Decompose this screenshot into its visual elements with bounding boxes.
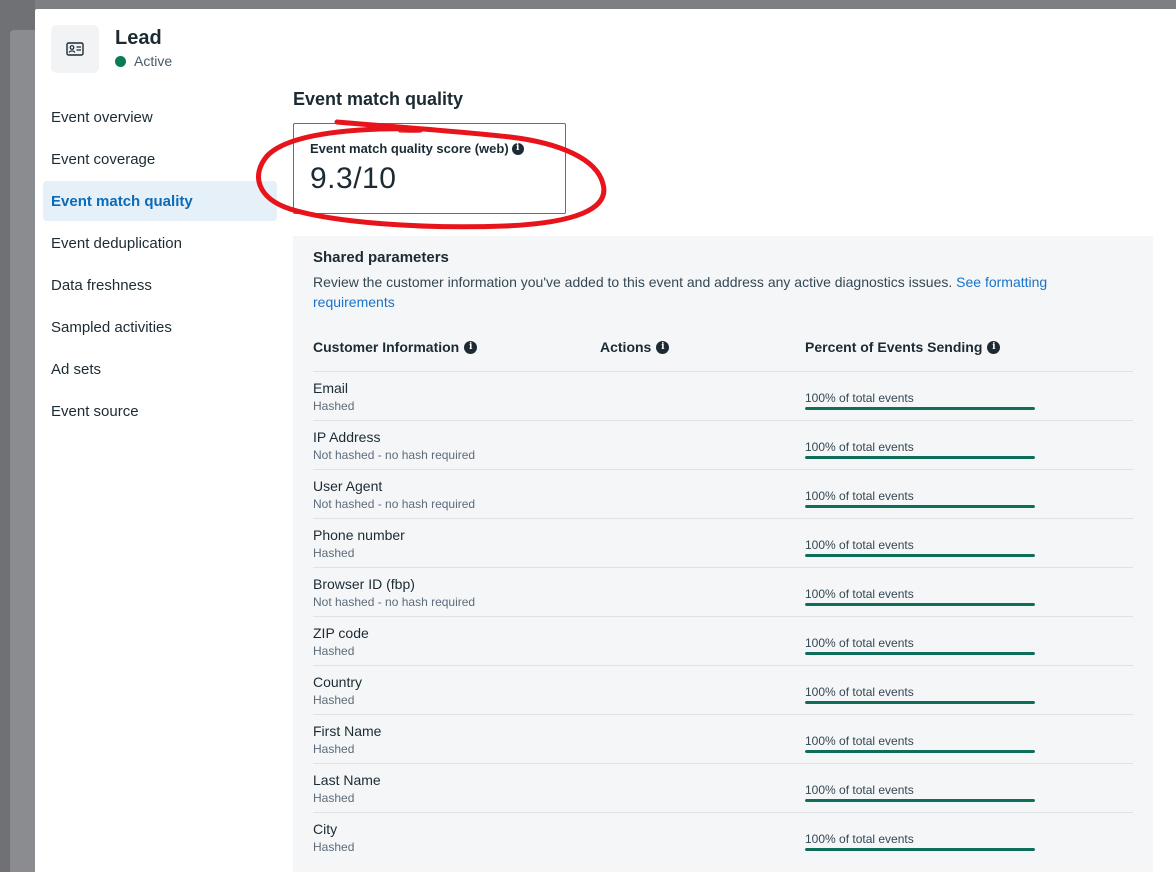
percent-bar [805, 750, 1035, 753]
percent-label: 100% of total events [805, 587, 914, 601]
percent-bar-fill [805, 554, 1035, 557]
parameter-name: City [313, 821, 338, 837]
column-header-label: Percent of Events Sending [805, 339, 983, 355]
info-icon[interactable]: i [987, 340, 1001, 354]
sidebar-nav: Event overview Event coverage Event match … [43, 97, 277, 433]
sidebar-item-event-source[interactable]: Event source [43, 391, 277, 431]
score-label-text: Event match quality score (web) [310, 141, 509, 156]
score-value: 9.3/10 [310, 162, 397, 195]
percent-label: 100% of total events [805, 783, 914, 797]
percent-bar [805, 407, 1035, 410]
table-row: First Name Hashed 100% of total events [313, 714, 1133, 763]
sidebar-item-ad-sets[interactable]: Ad sets [43, 349, 277, 389]
parameter-hash-status: Hashed [313, 399, 355, 413]
page-title: Event match quality [293, 89, 464, 109]
column-header-percent: Percent of Events Sending i [805, 339, 1001, 355]
id-card-icon [66, 42, 84, 56]
parameter-name: Email [313, 380, 349, 396]
table-row: Country Hashed 100% of total events [313, 665, 1133, 714]
info-icon[interactable]: i [464, 340, 478, 354]
percent-bar [805, 799, 1035, 802]
parameter-hash-status: Not hashed - no hash required [313, 448, 476, 462]
score-card: Event match quality score (web) i 9.3/10 [293, 123, 566, 214]
status-text: Active [134, 53, 173, 69]
percent-label: 100% of total events [805, 636, 914, 650]
percent-bar-fill [805, 652, 1035, 655]
percent-bar-fill [805, 407, 1035, 410]
percent-bar [805, 652, 1035, 655]
percent-label: 100% of total events [805, 391, 914, 405]
parameter-name: Country [313, 674, 363, 690]
panel-title: Shared parameters [313, 249, 449, 266]
parameter-name: User Agent [313, 478, 383, 494]
event-details-dialog: Lead Active Event overview Event coverage… [35, 9, 1176, 872]
parameter-hash-status: Hashed [313, 840, 355, 854]
parameter-hash-status: Hashed [313, 644, 355, 658]
panel-description-text: Review the customer information you've a… [313, 274, 953, 290]
table-row: City Hashed 100% of total events [313, 812, 1133, 861]
parameter-hash-status: Not hashed - no hash required [313, 595, 476, 609]
percent-bar-fill [805, 603, 1035, 606]
table-row: Phone number Hashed 100% of total events [313, 518, 1133, 567]
percent-bar-fill [805, 799, 1035, 802]
percent-bar [805, 456, 1035, 459]
info-icon[interactable]: i [656, 340, 670, 354]
percent-bar-fill [805, 701, 1035, 704]
status-badge: Active [115, 53, 172, 69]
sidebar-item-data-freshness[interactable]: Data freshness [43, 265, 277, 305]
percent-label: 100% of total events [805, 440, 914, 454]
percent-bar [805, 701, 1035, 704]
table-row: Last Name Hashed 100% of total events [313, 763, 1133, 812]
column-header-label: Customer Information [313, 339, 460, 355]
percent-bar-fill [805, 848, 1035, 851]
event-icon-box [51, 25, 99, 73]
percent-bar [805, 505, 1035, 508]
column-header-label: Actions [600, 339, 652, 355]
percent-label: 100% of total events [805, 685, 914, 699]
parameter-name: Last Name [313, 772, 381, 788]
percent-bar [805, 848, 1035, 851]
percent-label: 100% of total events [805, 489, 914, 503]
parameter-name: Browser ID (fbp) [313, 576, 415, 592]
parameter-hash-status: Hashed [313, 693, 355, 707]
event-title: Lead [115, 27, 162, 49]
sidebar-item-event-deduplication[interactable]: Event deduplication [43, 223, 277, 263]
parameter-hash-status: Hashed [313, 791, 355, 805]
column-header-customer-information: Customer Information i [313, 339, 478, 355]
panel-description: Review the customer information you've a… [313, 272, 1103, 312]
percent-bar [805, 554, 1035, 557]
sidebar-item-event-match-quality[interactable]: Event match quality [43, 181, 277, 221]
table-row: IP Address Not hashed - no hash required 1… [313, 420, 1133, 469]
parameter-name: First Name [313, 723, 382, 739]
sidebar-item-event-overview[interactable]: Event overview [43, 97, 277, 137]
column-header-actions: Actions i [600, 339, 670, 355]
table-row: Browser ID (fbp) Not hashed - no hash req… [313, 567, 1133, 616]
parameter-hash-status: Hashed [313, 546, 355, 560]
sidebar-item-sampled-activities[interactable]: Sampled activities [43, 307, 277, 347]
percent-label: 100% of total events [805, 538, 914, 552]
percent-bar-fill [805, 750, 1035, 753]
percent-label: 100% of total events [805, 832, 914, 846]
table-row: ZIP code Hashed 100% of total events [313, 616, 1133, 665]
percent-label: 100% of total events [805, 734, 914, 748]
status-dot-icon [115, 55, 126, 67]
parameter-name: IP Address [313, 429, 381, 445]
table-row: User Agent Not hashed - no hash required 1… [313, 469, 1133, 518]
score-label: Event match quality score (web) i [310, 141, 524, 156]
shared-parameters-panel: Shared parameters Review the customer in… [293, 236, 1153, 872]
sidebar-item-event-coverage[interactable]: Event coverage [43, 139, 277, 179]
info-icon[interactable]: i [511, 142, 524, 155]
percent-bar [805, 603, 1035, 606]
percent-bar-fill [805, 456, 1035, 459]
parameter-name: ZIP code [313, 625, 369, 641]
parameter-hash-status: Not hashed - no hash required [313, 497, 476, 511]
parameter-name: Phone number [313, 527, 405, 543]
table-row: Email Hashed 100% of total events [313, 371, 1133, 420]
parameter-hash-status: Hashed [313, 742, 355, 756]
backdrop-card [10, 30, 35, 872]
percent-bar-fill [805, 505, 1035, 508]
parameters-table: Email Hashed 100% of total events IP Addres… [313, 371, 1133, 861]
